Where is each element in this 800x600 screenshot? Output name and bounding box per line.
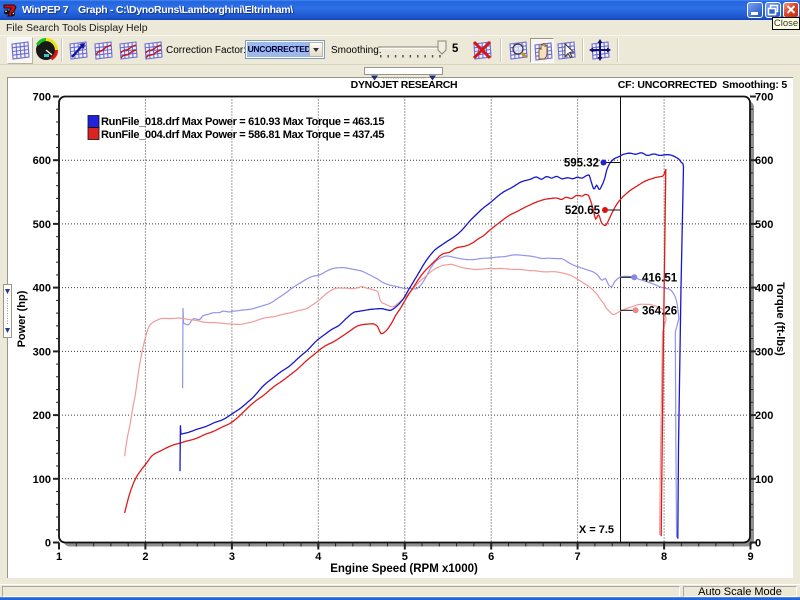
svg-text:4: 4 <box>315 551 322 563</box>
svg-text:1: 1 <box>56 551 62 563</box>
svg-text:100: 100 <box>33 474 51 486</box>
svg-text:500: 500 <box>755 219 773 231</box>
svg-text:500: 500 <box>33 219 51 231</box>
svg-text:595.32: 595.32 <box>564 158 599 170</box>
svg-text:5: 5 <box>402 551 408 563</box>
svg-text:400: 400 <box>755 283 773 295</box>
svg-text:700: 700 <box>755 92 773 104</box>
svg-text:700: 700 <box>33 92 51 104</box>
svg-text:600: 600 <box>755 155 773 167</box>
svg-text:9: 9 <box>747 551 753 563</box>
svg-text:0: 0 <box>755 538 761 550</box>
svg-text:416.51: 416.51 <box>642 272 678 284</box>
svg-text:300: 300 <box>755 346 773 358</box>
svg-text:100: 100 <box>755 474 773 486</box>
svg-text:0: 0 <box>45 538 51 550</box>
svg-text:6: 6 <box>488 551 494 563</box>
svg-text:520.65: 520.65 <box>565 205 601 217</box>
svg-text:300: 300 <box>33 346 51 358</box>
svg-text:2: 2 <box>142 551 148 563</box>
svg-text:600: 600 <box>33 155 51 167</box>
svg-text:X = 7.5: X = 7.5 <box>579 524 614 536</box>
svg-text:Torque (ft-lbs): Torque (ft-lbs) <box>774 282 786 356</box>
svg-text:DYNOJET RESEARCH: DYNOJET RESEARCH <box>351 79 458 91</box>
svg-text:3: 3 <box>229 551 235 563</box>
svg-text:CF: UNCORRECTED Smoothing: 5: CF: UNCORRECTED Smoothing: 5 <box>618 79 788 91</box>
svg-text:RunFile_004.drf Max Power = 58: RunFile_004.drf Max Power = 586.81 Max T… <box>101 129 384 141</box>
svg-text:200: 200 <box>33 410 51 422</box>
svg-text:364.26: 364.26 <box>642 305 677 317</box>
svg-text:8: 8 <box>661 551 667 563</box>
svg-text:Power (hp): Power (hp) <box>16 290 28 347</box>
svg-text:400: 400 <box>33 283 51 295</box>
svg-text:Engine Speed (RPM x1000): Engine Speed (RPM x1000) <box>330 563 478 575</box>
svg-text:200: 200 <box>755 410 773 422</box>
svg-text:RunFile_018.drf Max Power = 61: RunFile_018.drf Max Power = 610.93 Max T… <box>101 116 384 128</box>
svg-text:7: 7 <box>575 551 581 563</box>
